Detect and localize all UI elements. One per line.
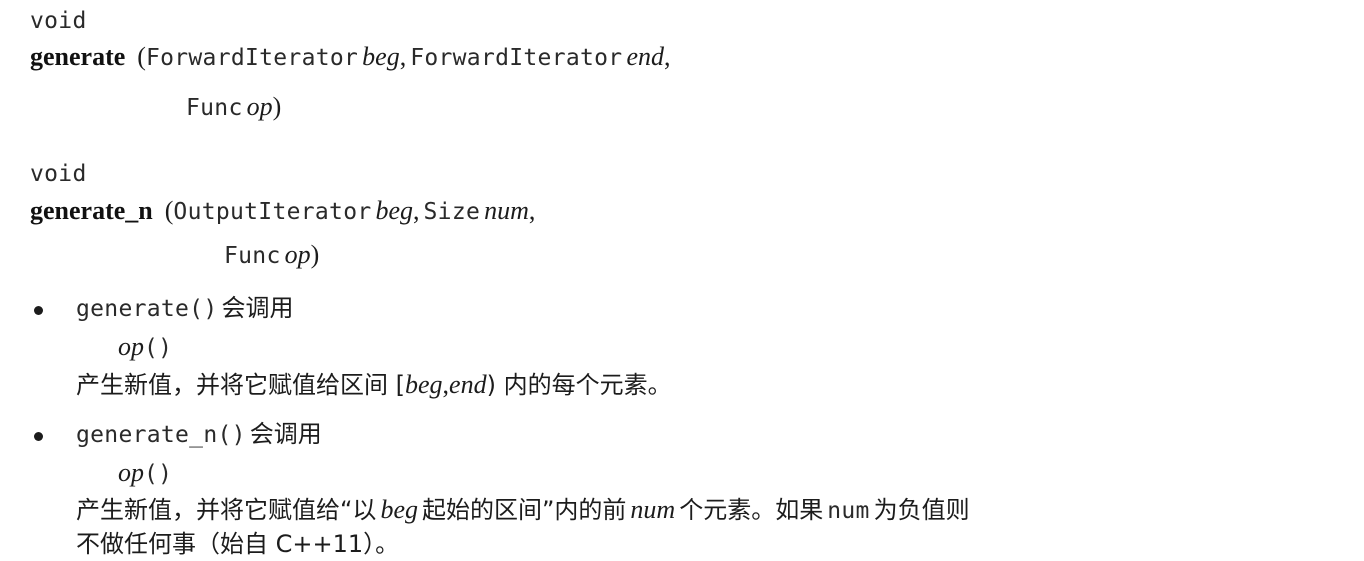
bullet2-calls-text: 会调用 [249, 420, 322, 448]
decl1-return-type: void [30, 8, 87, 34]
decl1-param1-type: ForwardIterator [145, 45, 359, 71]
decl2-param2-name: num [484, 196, 529, 225]
bullet1-heading: generate() 会调用 [76, 296, 293, 321]
bullet2-op-name: op [118, 458, 144, 487]
bullet1-desc-end: end [449, 370, 487, 399]
decl2-param2-type: Size [423, 199, 481, 225]
bullet1-description: 产生新值，并将它赋值给区间 [beg,end) 内的每个元素。 [76, 372, 672, 398]
bullet2-description-line1: 产生新值，并将它赋值给“以 beg 起始的区间”内的前 num 个元素。如果 n… [76, 497, 970, 523]
bullet1-op: op() [118, 334, 172, 360]
bullet1-desc-part-b: ) 内的每个元素。 [486, 371, 672, 399]
decl2-return-type: void [30, 161, 87, 187]
decl2-signature-line2: Func op) [224, 242, 319, 268]
decl1-signature-line2: Func op) [186, 94, 281, 120]
decl1-signature-line1: generate (ForwardIterator beg, ForwardIt… [30, 44, 670, 70]
decl2-param1-name: beg [375, 196, 414, 225]
bullet2-desc-part-b: 起始的区间”内的前 [421, 496, 627, 524]
bullet1-calls-text: 会调用 [221, 294, 294, 322]
decl1-function-name: generate [30, 42, 126, 71]
decl2-function-name: generate_n [30, 196, 153, 225]
bullet2-description-line2: 不做任何事（始自 C++11）。 [76, 530, 400, 558]
bullet2-heading: generate_n() 会调用 [76, 422, 322, 447]
decl2-comma2: , [528, 196, 536, 225]
decl1-param2-name: end [626, 42, 664, 71]
decl1-param3-type: Func [186, 95, 243, 121]
decl1-comma2: , [663, 42, 671, 71]
decl1-open-paren: ( [137, 42, 146, 71]
bullet1-op-parens: () [144, 335, 173, 361]
decl2-param3-type: Func [224, 243, 281, 269]
decl2-param3-name: op [284, 240, 311, 269]
bullet2-op: op() [118, 460, 172, 486]
decl1-comma1: , [399, 42, 407, 71]
bullet2-function: generate_n() [76, 422, 246, 448]
decl2-param1-type: OutputIterator [173, 199, 372, 225]
bullet2-op-parens: () [144, 461, 173, 487]
decl1-close-paren: ) [272, 92, 282, 121]
book-page: void generate (ForwardIterator beg, Forw… [0, 0, 1364, 561]
bullet1-op-name: op [118, 332, 144, 361]
bullet2-desc-part-d: 为负值则 [873, 496, 970, 524]
bullet2-desc-beg: beg [380, 495, 418, 524]
decl1-param3-name: op [246, 92, 273, 121]
decl2-comma1: , [413, 196, 420, 225]
bullet1-desc-part-a: 产生新值，并将它赋值给区间 [ [76, 371, 405, 399]
bullet1-dot [34, 306, 43, 315]
bullet2-dot [34, 432, 43, 441]
bullet1-desc-beg: beg [405, 370, 443, 399]
bullet2-desc-num-code: num [827, 498, 870, 524]
bullet2-desc-part-c: 个元素。如果 [679, 496, 824, 524]
bullet2-desc-part-a: 产生新值，并将它赋值给“以 [76, 496, 377, 524]
decl1-param2-type: ForwardIterator [410, 45, 623, 71]
bullet2-desc-num: num [630, 495, 676, 524]
bullet1-function: generate() [76, 296, 218, 322]
decl2-signature-line1: generate_n (OutputIterator beg, Size num… [30, 198, 535, 224]
decl1-param1-name: beg [362, 42, 400, 71]
decl2-close-paren: ) [310, 240, 320, 269]
